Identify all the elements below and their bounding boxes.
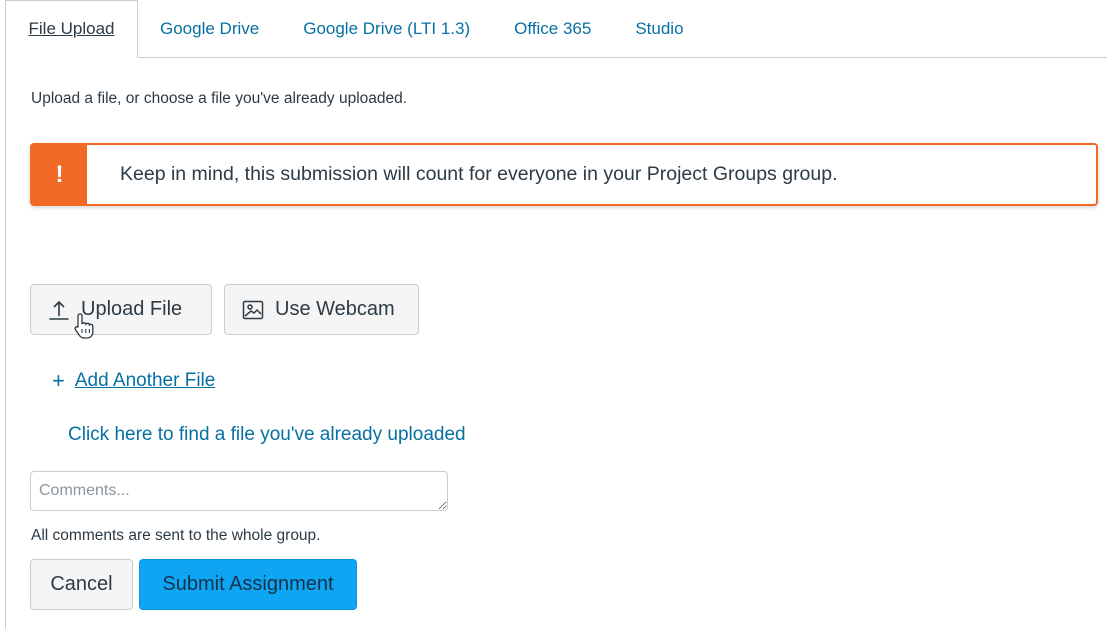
tab-google-drive-lti[interactable]: Google Drive (LTI 1.3) (281, 0, 492, 57)
upload-icon (47, 298, 71, 322)
add-another-file-label: Add Another File (74, 370, 216, 391)
comments-note: All comments are sent to the whole group… (31, 527, 321, 544)
comments-field[interactable] (30, 471, 448, 511)
tab-studio[interactable]: Studio (613, 0, 705, 57)
image-icon (241, 298, 265, 322)
warning-icon: ! (32, 145, 87, 204)
tab-bar: File Upload Google Drive Google Drive (L… (6, 0, 1107, 58)
use-webcam-button[interactable]: Use Webcam (224, 284, 419, 335)
submit-assignment-button[interactable]: Submit Assignment (139, 559, 357, 610)
tab-office-365[interactable]: Office 365 (492, 0, 613, 57)
upload-file-label: Upload File (81, 298, 183, 320)
plus-icon: + (52, 368, 65, 393)
use-webcam-label: Use Webcam (275, 298, 395, 320)
add-another-file-link[interactable]: + Add Another File (52, 368, 215, 394)
tab-file-upload[interactable]: File Upload (6, 0, 138, 58)
find-uploaded-file-link[interactable]: Click here to find a file you've already… (68, 424, 466, 446)
tab-google-drive[interactable]: Google Drive (138, 0, 281, 57)
group-submission-alert: ! Keep in mind, this submission will cou… (30, 143, 1098, 206)
alert-message: Keep in mind, this submission will count… (120, 163, 838, 185)
cancel-button[interactable]: Cancel (30, 559, 133, 610)
upload-instructions: Upload a file, or choose a file you've a… (31, 90, 408, 107)
submission-panel: File Upload Google Drive Google Drive (L… (5, 0, 1107, 629)
upload-file-button[interactable]: Upload File (30, 284, 212, 335)
hand-cursor-icon (74, 313, 94, 339)
